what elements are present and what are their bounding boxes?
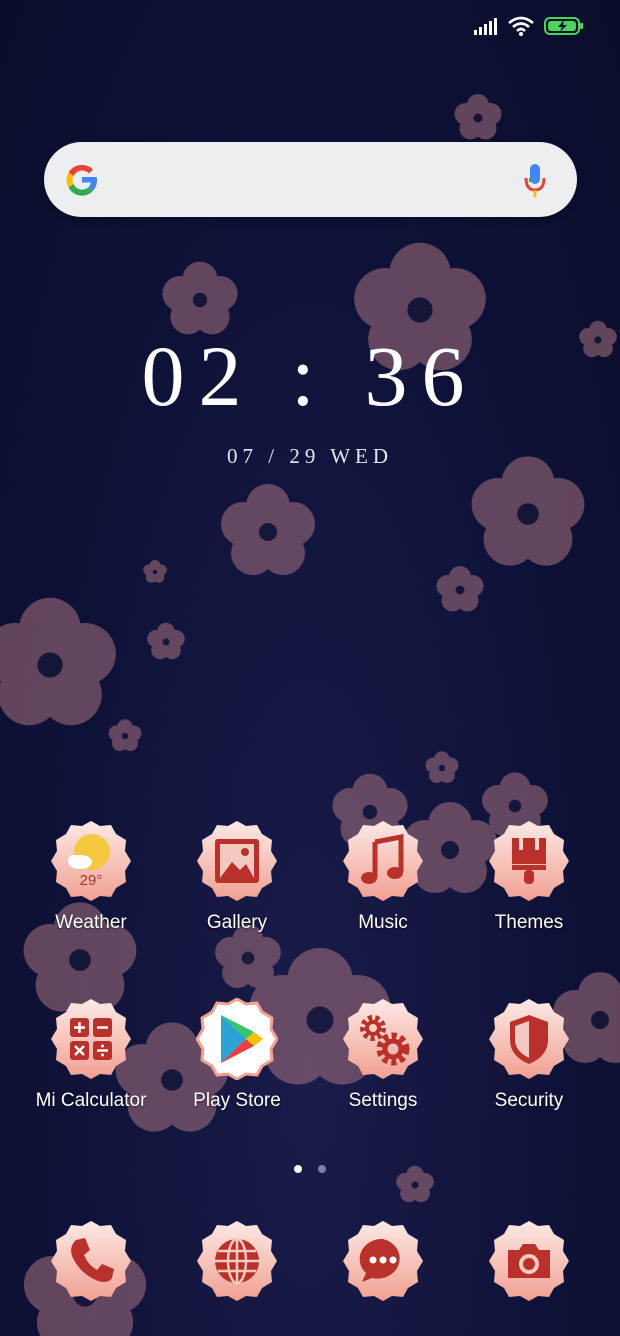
app-weather[interactable]: 29° Weather <box>18 820 164 934</box>
battery-charging-icon <box>544 17 583 35</box>
weather-icon: 29° <box>50 820 132 902</box>
music-icon <box>342 820 424 902</box>
dock-camera[interactable] <box>456 1220 602 1302</box>
app-label: Music <box>358 912 408 933</box>
gears-icon <box>342 998 424 1080</box>
wifi-icon <box>508 16 534 36</box>
dock-messages[interactable] <box>310 1220 456 1302</box>
page-indicator[interactable] <box>0 1160 620 1178</box>
google-g-icon <box>66 164 98 196</box>
app-security[interactable]: Security <box>456 998 602 1112</box>
app-gallery[interactable]: Gallery <box>164 820 310 934</box>
app-label: Gallery <box>206 912 268 933</box>
page-dot-active[interactable] <box>293 1165 302 1173</box>
phone-icon <box>50 1220 132 1302</box>
app-label: Mi Calculator <box>35 1090 147 1111</box>
play-store-icon <box>196 998 278 1080</box>
signal-icon <box>474 18 497 35</box>
search-input[interactable] <box>114 160 498 200</box>
app-label: Play Store <box>193 1090 281 1111</box>
themes-brush-icon <box>488 820 570 902</box>
browser-globe-icon <box>196 1220 278 1302</box>
page-dot[interactable] <box>318 1165 327 1173</box>
calculator-icon <box>50 998 132 1080</box>
app-label: Themes <box>494 912 564 933</box>
app-themes[interactable]: Themes <box>456 820 602 934</box>
app-label: Security <box>494 1090 564 1111</box>
app-play-store[interactable]: Play Store <box>164 998 310 1112</box>
gallery-icon <box>196 820 278 902</box>
dock-phone[interactable] <box>18 1220 164 1302</box>
app-settings[interactable]: Settings <box>310 998 456 1112</box>
clock-date[interactable]: 07 / 29 WED <box>0 444 620 469</box>
shield-icon <box>488 998 570 1080</box>
status-icons <box>474 16 584 36</box>
status-bar <box>0 0 620 56</box>
weather-temp: 29° <box>79 872 103 889</box>
google-search-bar[interactable] <box>44 142 577 217</box>
app-mi-calculator[interactable]: Mi Calculator <box>18 998 164 1112</box>
messages-icon <box>342 1220 424 1302</box>
app-label: Settings <box>348 1090 418 1111</box>
app-music[interactable]: Music <box>310 820 456 934</box>
clock-time[interactable]: 02 : 36 <box>0 326 620 426</box>
mic-icon[interactable] <box>523 162 547 198</box>
camera-icon <box>488 1220 570 1302</box>
app-label: Weather <box>55 912 127 933</box>
dock-browser[interactable] <box>164 1220 310 1302</box>
